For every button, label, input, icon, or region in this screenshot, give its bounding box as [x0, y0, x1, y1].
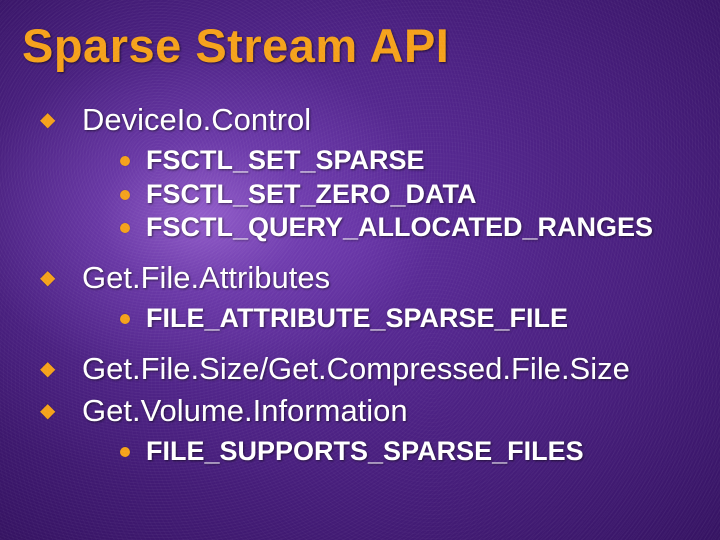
list-item: Get.File.Size/Get.Compressed.File.Size — [40, 350, 700, 389]
sub-list-item: FSCTL_SET_ZERO_DATA — [116, 178, 700, 212]
list-item: Get.File.Attributes FILE_ATTRIBUTE_SPARS… — [40, 259, 700, 336]
bullet-list: DeviceIo.Control FSCTL_SET_SPARSE FSCTL_… — [22, 101, 700, 469]
sub-list-item: FSCTL_SET_SPARSE — [116, 144, 700, 178]
sub-list-item: FILE_SUPPORTS_SPARSE_FILES — [116, 435, 700, 469]
sub-list-item-label: FSCTL_SET_SPARSE — [146, 145, 425, 175]
sub-list-item-label: FSCTL_SET_ZERO_DATA — [146, 179, 477, 209]
sub-list: FILE_ATTRIBUTE_SPARSE_FILE — [82, 302, 700, 336]
sub-list-item-label: FILE_ATTRIBUTE_SPARSE_FILE — [146, 303, 568, 333]
sub-list-item-label: FSCTL_QUERY_ALLOCATED_RANGES — [146, 212, 653, 242]
slide: Sparse Stream API DeviceIo.Control FSCTL… — [0, 0, 720, 540]
sub-list-item: FSCTL_QUERY_ALLOCATED_RANGES — [116, 211, 700, 245]
list-item: DeviceIo.Control FSCTL_SET_SPARSE FSCTL_… — [40, 101, 700, 245]
list-item: Get.Volume.Information FILE_SUPPORTS_SPA… — [40, 392, 700, 469]
sub-list-item: FILE_ATTRIBUTE_SPARSE_FILE — [116, 302, 700, 336]
sub-list: FSCTL_SET_SPARSE FSCTL_SET_ZERO_DATA FSC… — [82, 144, 700, 245]
slide-title: Sparse Stream API — [22, 18, 700, 73]
list-item-label: DeviceIo.Control — [82, 101, 700, 140]
list-item-label: Get.File.Attributes — [82, 259, 700, 298]
sub-list-item-label: FILE_SUPPORTS_SPARSE_FILES — [146, 436, 584, 466]
list-item-label: Get.File.Size/Get.Compressed.File.Size — [82, 350, 700, 389]
sub-list: FILE_SUPPORTS_SPARSE_FILES — [82, 435, 700, 469]
list-item-label: Get.Volume.Information — [82, 392, 700, 431]
